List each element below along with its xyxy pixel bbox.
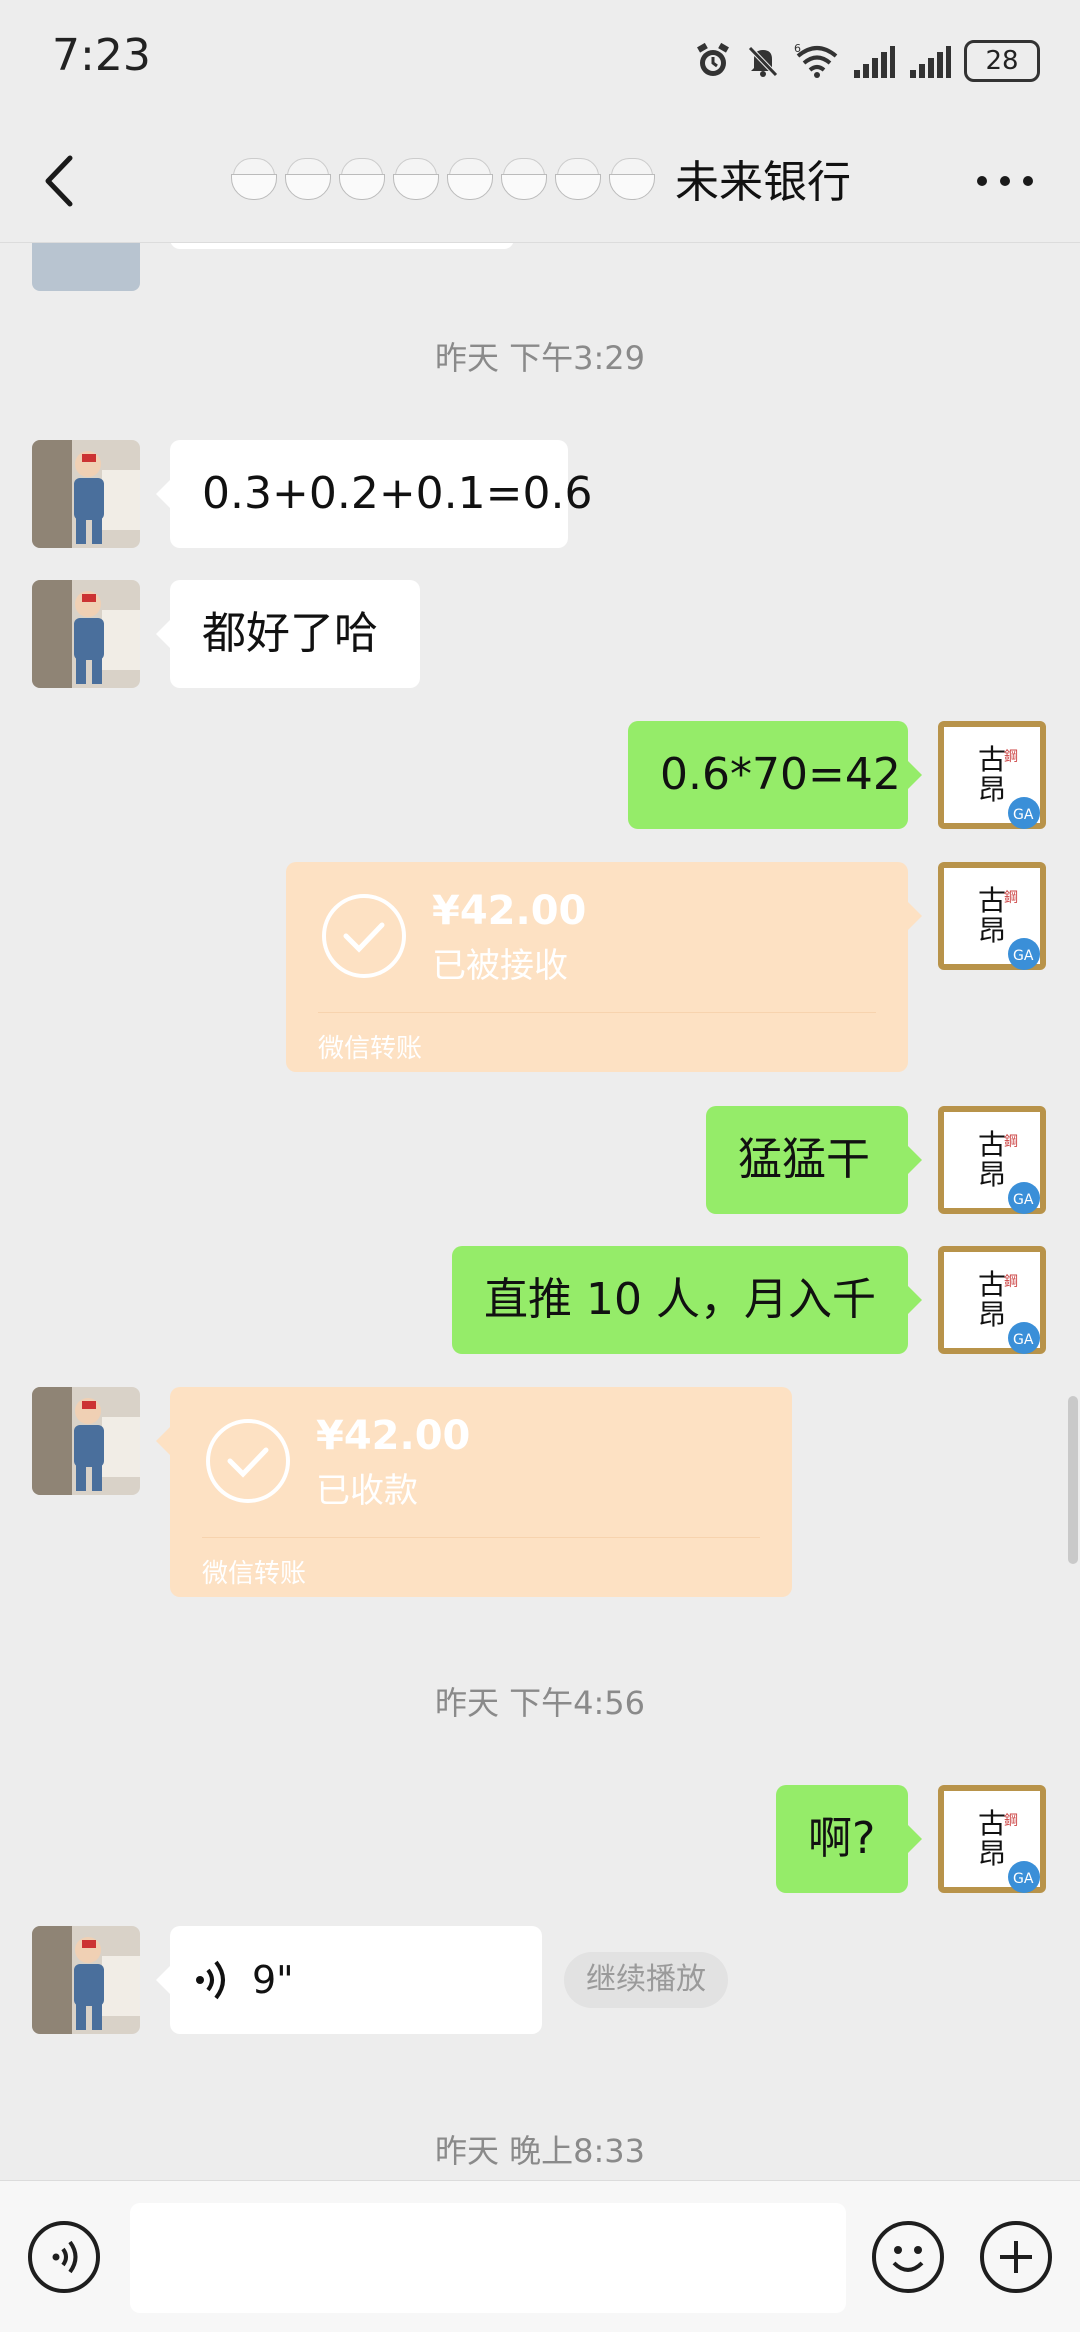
status-time: 7:23 <box>52 30 151 81</box>
outgoing-message[interactable]: 啊? <box>776 1785 922 1893</box>
rice-bowl-icon <box>553 156 601 200</box>
voice-wave-icon <box>52 2240 78 2274</box>
battery-icon: 28 <box>964 40 1040 82</box>
rice-bowl-icon <box>445 156 493 200</box>
transfer-footer: 微信转账 <box>318 1034 423 1064</box>
svg-text:GA: GA <box>1013 1332 1034 1348</box>
voice-wave-icon <box>196 1960 225 2000</box>
svg-text:GA: GA <box>1013 1192 1034 1208</box>
incoming-message[interactable]: 都好了哈 <box>156 580 420 688</box>
svg-text:GA: GA <box>1013 948 1034 964</box>
chat-title-text: 未来银行 <box>675 157 851 208</box>
nav-bar: 未来银行 <box>0 120 1080 243</box>
svg-text:GA: GA <box>1013 1871 1034 1887</box>
message-text-input[interactable] <box>130 2203 846 2313</box>
svg-text:GA: GA <box>1013 807 1034 823</box>
transfer-footer: 微信转账 <box>202 1559 307 1589</box>
my-avatar[interactable]: 古昂鋼 GA <box>938 721 1046 829</box>
rice-bowl-emoji-row <box>229 156 661 200</box>
timestamp: 昨天 下午3:29 <box>434 339 646 377</box>
svg-text:昂: 昂 <box>978 914 1006 947</box>
contact-avatar[interactable] <box>32 243 140 291</box>
my-avatar[interactable]: 古昂鋼 GA <box>938 1106 1046 1214</box>
rice-bowl-icon <box>607 156 655 200</box>
check-circle-icon <box>322 894 406 978</box>
more-functions-button[interactable] <box>980 2221 1052 2293</box>
my-avatar[interactable]: 古昂鋼 GA <box>938 862 1046 970</box>
wifi-6-icon: 6 <box>794 42 838 78</box>
chat-message-list[interactable]: 昨天 下午3:29 0.3+0.2+0.1=0.6 都好了哈 0.6*70=42… <box>0 243 1080 2180</box>
svg-text:鋼: 鋼 <box>1004 1274 1018 1290</box>
continue-playing-button[interactable]: 继续播放 <box>564 1952 728 2008</box>
svg-text:昂: 昂 <box>978 1158 1006 1191</box>
voice-input-button[interactable] <box>28 2221 100 2293</box>
transfer-amount: ¥42.00 <box>316 1413 471 1459</box>
rice-bowl-icon <box>499 156 547 200</box>
mute-bell-icon <box>748 46 778 77</box>
voice-message[interactable]: 9" <box>156 1926 542 2034</box>
check-circle-icon <box>206 1419 290 1503</box>
previous-message-partial <box>170 243 514 249</box>
contact-avatar[interactable] <box>32 440 140 548</box>
svg-text:古: 古 <box>978 743 1006 776</box>
more-options-button[interactable] <box>970 156 1040 206</box>
signal-icon <box>910 46 951 78</box>
rice-bowl-icon <box>337 156 385 200</box>
svg-text:古: 古 <box>978 884 1006 917</box>
contact-avatar[interactable] <box>32 1387 140 1495</box>
status-bar: 7:23 6 28 <box>0 0 1080 120</box>
timestamp: 昨天 下午4:56 <box>434 1684 646 1722</box>
svg-text:鋼: 鋼 <box>1004 749 1018 765</box>
outgoing-message[interactable]: 直推 10 人，月入千 <box>452 1246 922 1354</box>
my-avatar[interactable]: 古昂鋼 GA <box>938 1246 1046 1354</box>
chat-title: 未来银行 <box>0 146 1080 210</box>
alarm-icon <box>697 42 729 76</box>
svg-text:6: 6 <box>794 42 801 55</box>
divider <box>202 1537 760 1538</box>
more-dots-icon <box>977 176 1033 186</box>
rice-bowl-icon <box>283 156 331 200</box>
svg-text:鋼: 鋼 <box>1004 1813 1018 1829</box>
svg-text:古: 古 <box>978 1268 1006 1301</box>
svg-text:昂: 昂 <box>978 1298 1006 1331</box>
transfer-amount: ¥42.00 <box>432 888 587 934</box>
svg-text:古: 古 <box>978 1807 1006 1840</box>
voice-duration: 9" <box>252 1958 294 2002</box>
svg-text:昂: 昂 <box>978 773 1006 806</box>
incoming-message[interactable]: 0.3+0.2+0.1=0.6 <box>156 440 593 548</box>
wechat-transfer-card[interactable]: ¥42.00 已收款 微信转账 <box>156 1387 792 1597</box>
signal-icon <box>854 46 895 78</box>
timestamp: 昨天 晚上8:33 <box>434 2132 646 2170</box>
contact-avatar[interactable] <box>32 1926 140 2034</box>
plus-icon <box>1000 2241 1032 2273</box>
transfer-status: 已被接收 <box>432 946 568 986</box>
emoji-button[interactable] <box>872 2221 944 2293</box>
svg-text:古: 古 <box>978 1128 1006 1161</box>
svg-text:鋼: 鋼 <box>1004 1134 1018 1150</box>
rice-bowl-icon <box>391 156 439 200</box>
input-bar <box>0 2180 1080 2332</box>
svg-text:鋼: 鋼 <box>1004 890 1018 906</box>
svg-text:昂: 昂 <box>978 1837 1006 1870</box>
outgoing-message[interactable]: 猛猛干 <box>706 1106 922 1214</box>
divider <box>318 1012 876 1013</box>
my-avatar[interactable]: 古昂鋼 GA <box>938 1785 1046 1893</box>
rice-bowl-icon <box>229 156 277 200</box>
scrollbar-thumb[interactable] <box>1068 1396 1078 1564</box>
transfer-status: 已收款 <box>316 1471 418 1511</box>
contact-avatar[interactable] <box>32 580 140 688</box>
wechat-transfer-card[interactable]: ¥42.00 已被接收 微信转账 <box>286 862 922 1072</box>
outgoing-message[interactable]: 0.6*70=42 <box>628 721 922 829</box>
smiley-icon <box>892 2246 924 2272</box>
status-icons: 6 28 <box>694 36 1040 86</box>
